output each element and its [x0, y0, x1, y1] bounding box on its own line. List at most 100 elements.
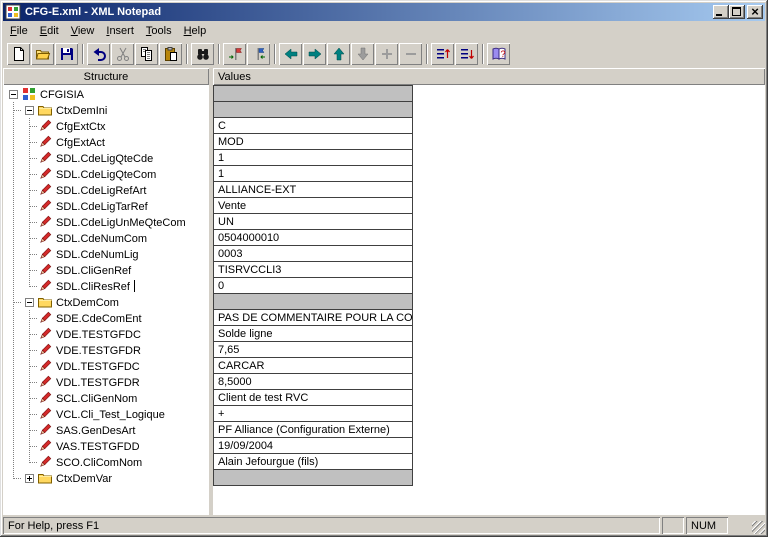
tree-node[interactable]: SDL.CdeLigTarRef	[5, 198, 209, 214]
move-up-button[interactable]	[327, 43, 350, 65]
tree-node[interactable]: SDL.CliGenRef	[5, 262, 209, 278]
resize-grip[interactable]	[752, 521, 765, 534]
move-left-button[interactable]	[279, 43, 302, 65]
find-button[interactable]	[191, 43, 214, 65]
value-cell[interactable]: 19/09/2004	[213, 437, 413, 454]
tree-node-label[interactable]: SDL.CdeLigTarRef	[53, 200, 151, 213]
tree-node[interactable]: CtxDemCom	[5, 294, 209, 310]
cut-button[interactable]	[111, 43, 134, 65]
tree-node[interactable]: CFGISIA	[5, 86, 209, 102]
tree-node-label[interactable]: CtxDemCom	[53, 296, 122, 309]
tree-collapse-expander-icon[interactable]	[21, 294, 37, 310]
value-cell[interactable]: 0003	[213, 245, 413, 262]
tree-node[interactable]: SDL.CdeLigUnMeQteCom	[5, 214, 209, 230]
tree-node-label[interactable]: VDL.TESTGFDC	[53, 360, 143, 373]
value-cell[interactable]: 0504000010	[213, 229, 413, 246]
move-down-button[interactable]	[351, 43, 374, 65]
menu-help[interactable]: Help	[178, 23, 213, 39]
tree-node-label[interactable]: VCL.Cli_Test_Logique	[53, 408, 168, 421]
tree-expand-expander-icon[interactable]	[21, 470, 37, 486]
value-cell[interactable]: 0	[213, 277, 413, 294]
tree-node[interactable]: SDE.CdeComEnt	[5, 310, 209, 326]
tree-node[interactable]: SDL.CdeNumCom	[5, 230, 209, 246]
tree-node-label[interactable]: SDL.CdeLigQteCde	[53, 152, 156, 165]
menu-view[interactable]: View	[65, 23, 101, 39]
tree-node-label[interactable]: CfgExtCtx	[53, 120, 109, 133]
value-cell[interactable]: 1	[213, 165, 413, 182]
tree-node[interactable]: SDL.CdeLigQteCde	[5, 150, 209, 166]
tree-node-label[interactable]: VDE.TESTGFDR	[53, 344, 144, 357]
insert-node-button[interactable]	[375, 43, 398, 65]
menu-edit[interactable]: Edit	[34, 23, 65, 39]
value-cell[interactable]: ALLIANCE-EXT	[213, 181, 413, 198]
help-button[interactable]: ?	[487, 43, 510, 65]
copy-button[interactable]	[135, 43, 158, 65]
value-cell[interactable]: PAS DE COMMENTAIRE POUR LA CO...	[213, 309, 413, 326]
tree-node-label[interactable]: SDL.CdeLigUnMeQteCom	[53, 216, 189, 229]
maximize-button[interactable]	[729, 5, 745, 19]
tree-node[interactable]: CfgExtAct	[5, 134, 209, 150]
minimize-button[interactable]	[713, 5, 729, 19]
tree-node-label[interactable]: CFGISIA	[37, 88, 87, 101]
value-cell[interactable]: Solde ligne	[213, 325, 413, 342]
tree-node-label[interactable]: SDL.CliGenRef	[53, 264, 134, 277]
tree-node[interactable]: SDL.CliResRef	[5, 278, 209, 294]
tree-node[interactable]: SCL.CliGenNom	[5, 390, 209, 406]
tree-node[interactable]: SDL.CdeLigRefArt	[5, 182, 209, 198]
value-cell[interactable]: 1	[213, 149, 413, 166]
tree-collapse-expander-icon[interactable]	[5, 86, 21, 102]
tree-node-label[interactable]: SDL.CdeNumLig	[53, 248, 142, 261]
value-cell[interactable]: 8,5000	[213, 373, 413, 390]
value-cell[interactable]: PF Alliance (Configuration Externe)	[213, 421, 413, 438]
tree-node[interactable]: VAS.TESTGFDD	[5, 438, 209, 454]
tree-node-label[interactable]: CtxDemIni	[53, 104, 110, 117]
tree-node[interactable]: CtxDemIni	[5, 102, 209, 118]
tree-node-label[interactable]: SCO.CliComNom	[53, 456, 145, 469]
value-cell[interactable]: Alain Jefourgue (fils)	[213, 453, 413, 470]
move-right-button[interactable]	[303, 43, 326, 65]
flag-left-button[interactable]	[223, 43, 246, 65]
tree-node[interactable]: VDE.TESTGFDR	[5, 342, 209, 358]
value-cell[interactable]: C	[213, 117, 413, 134]
tree-collapse-expander-icon[interactable]	[21, 102, 37, 118]
open-button[interactable]	[31, 43, 54, 65]
tree-node-label[interactable]: VAS.TESTGFDD	[53, 440, 143, 453]
save-button[interactable]	[55, 43, 78, 65]
tree-node-label[interactable]: SDL.CdeLigQteCom	[53, 168, 159, 181]
value-cell[interactable]: CARCAR	[213, 357, 413, 374]
paste-button[interactable]	[159, 43, 182, 65]
tree-node[interactable]: VDL.TESTGFDC	[5, 358, 209, 374]
menu-tools[interactable]: Tools	[140, 23, 178, 39]
value-cell[interactable]: Client de test RVC	[213, 389, 413, 406]
value-cell[interactable]: TISRVCCLI3	[213, 261, 413, 278]
expand-level-button[interactable]	[431, 43, 454, 65]
tree-node[interactable]: CtxDemVar	[5, 470, 209, 486]
undo-button[interactable]	[87, 43, 110, 65]
tree-node[interactable]: SCO.CliComNom	[5, 454, 209, 470]
delete-node-button[interactable]	[399, 43, 422, 65]
tree-node[interactable]: SDL.CdeLigQteCom	[5, 166, 209, 182]
value-cell[interactable]: UN	[213, 213, 413, 230]
value-cell[interactable]: Vente	[213, 197, 413, 214]
tree-node-label[interactable]: CtxDemVar	[53, 472, 115, 485]
tree-node-label[interactable]: SDL.CliResRef	[53, 280, 133, 293]
tree-node[interactable]: VDL.TESTGFDR	[5, 374, 209, 390]
tree-node-label[interactable]: SDE.CdeComEnt	[53, 312, 145, 325]
tree-node-label[interactable]: SAS.GenDesArt	[53, 424, 138, 437]
tree-node[interactable]: SAS.GenDesArt	[5, 422, 209, 438]
menu-file[interactable]: File	[4, 23, 34, 39]
tree-node-label[interactable]: CfgExtAct	[53, 136, 108, 149]
new-button[interactable]	[7, 43, 30, 65]
tree-node-label[interactable]: SDL.CdeLigRefArt	[53, 184, 150, 197]
flag-right-button[interactable]	[247, 43, 270, 65]
tree-node[interactable]: VDE.TESTGFDC	[5, 326, 209, 342]
title-bar[interactable]: CFG-E.xml - XML Notepad	[3, 3, 765, 21]
menu-insert[interactable]: Insert	[100, 23, 140, 39]
tree-node[interactable]: SDL.CdeNumLig	[5, 246, 209, 262]
value-cell[interactable]: MOD	[213, 133, 413, 150]
tree-node[interactable]: VCL.Cli_Test_Logique	[5, 406, 209, 422]
tree-node[interactable]: CfgExtCtx	[5, 118, 209, 134]
tree-node-label[interactable]: SCL.CliGenNom	[53, 392, 140, 405]
tree-node-label[interactable]: VDL.TESTGFDR	[53, 376, 143, 389]
value-cell[interactable]: +	[213, 405, 413, 422]
